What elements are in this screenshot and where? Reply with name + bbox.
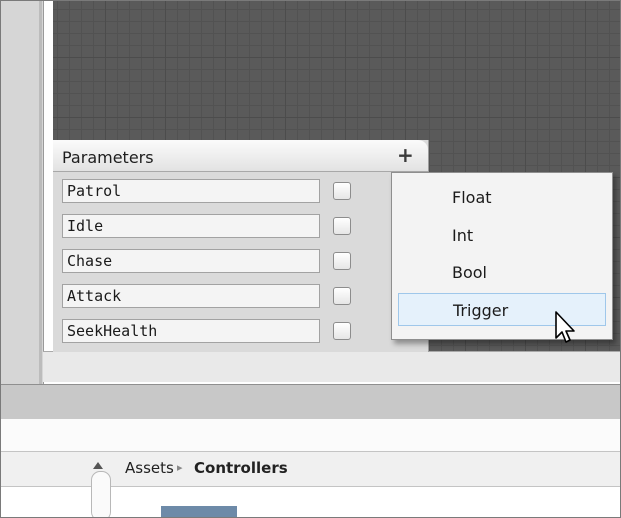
parameter-name-field[interactable]: Chase <box>62 249 320 273</box>
breadcrumb-assets[interactable]: Assets <box>125 459 174 477</box>
breadcrumb-controllers[interactable]: Controllers <box>194 459 288 477</box>
panel-toolbar-area <box>1 419 620 451</box>
parameter-name-field[interactable]: SeekHealth <box>62 319 320 343</box>
parameters-header: Parameters + <box>53 140 428 172</box>
menu-item-float[interactable]: Float <box>398 181 606 214</box>
parameter-name-field[interactable]: Attack <box>62 284 320 308</box>
menu-item-bool[interactable]: Bool <box>398 256 606 289</box>
project-scrollbar[interactable] <box>91 471 111 517</box>
parameter-name-field[interactable]: Idle <box>62 214 320 238</box>
animator-bottom-strip <box>43 351 620 382</box>
parameter-checkbox[interactable] <box>333 287 351 305</box>
gutter-divider <box>39 1 42 386</box>
menu-item-label: Bool <box>452 263 487 282</box>
folder-thumbnail[interactable] <box>161 506 237 517</box>
mouse-pointer-icon <box>555 311 575 343</box>
breadcrumb-separator-icon: ▸ <box>177 461 183 474</box>
parameter-name-field[interactable]: Patrol <box>62 179 320 203</box>
parameters-title: Parameters <box>62 148 154 167</box>
menu-item-int[interactable]: Int <box>398 219 606 252</box>
parameter-checkbox[interactable] <box>333 217 351 235</box>
parameter-checkbox[interactable] <box>333 322 351 340</box>
parameter-checkbox[interactable] <box>333 182 351 200</box>
menu-item-label: Float <box>452 188 492 207</box>
menu-item-label: Int <box>452 226 474 245</box>
parameter-checkbox[interactable] <box>333 252 351 270</box>
editor-window: Parameters + Patrol Idle Chase Attack Se… <box>0 0 621 518</box>
add-parameter-icon[interactable]: + <box>397 144 414 166</box>
left-gutter <box>1 1 44 391</box>
parameters-panel: Parameters + Patrol Idle Chase Attack Se… <box>53 140 429 352</box>
scroll-up-arrow-icon[interactable] <box>93 462 103 469</box>
add-parameter-menu: Float Int Bool Trigger <box>391 172 613 340</box>
panel-separator <box>1 384 620 420</box>
menu-item-label: Trigger <box>453 301 509 320</box>
